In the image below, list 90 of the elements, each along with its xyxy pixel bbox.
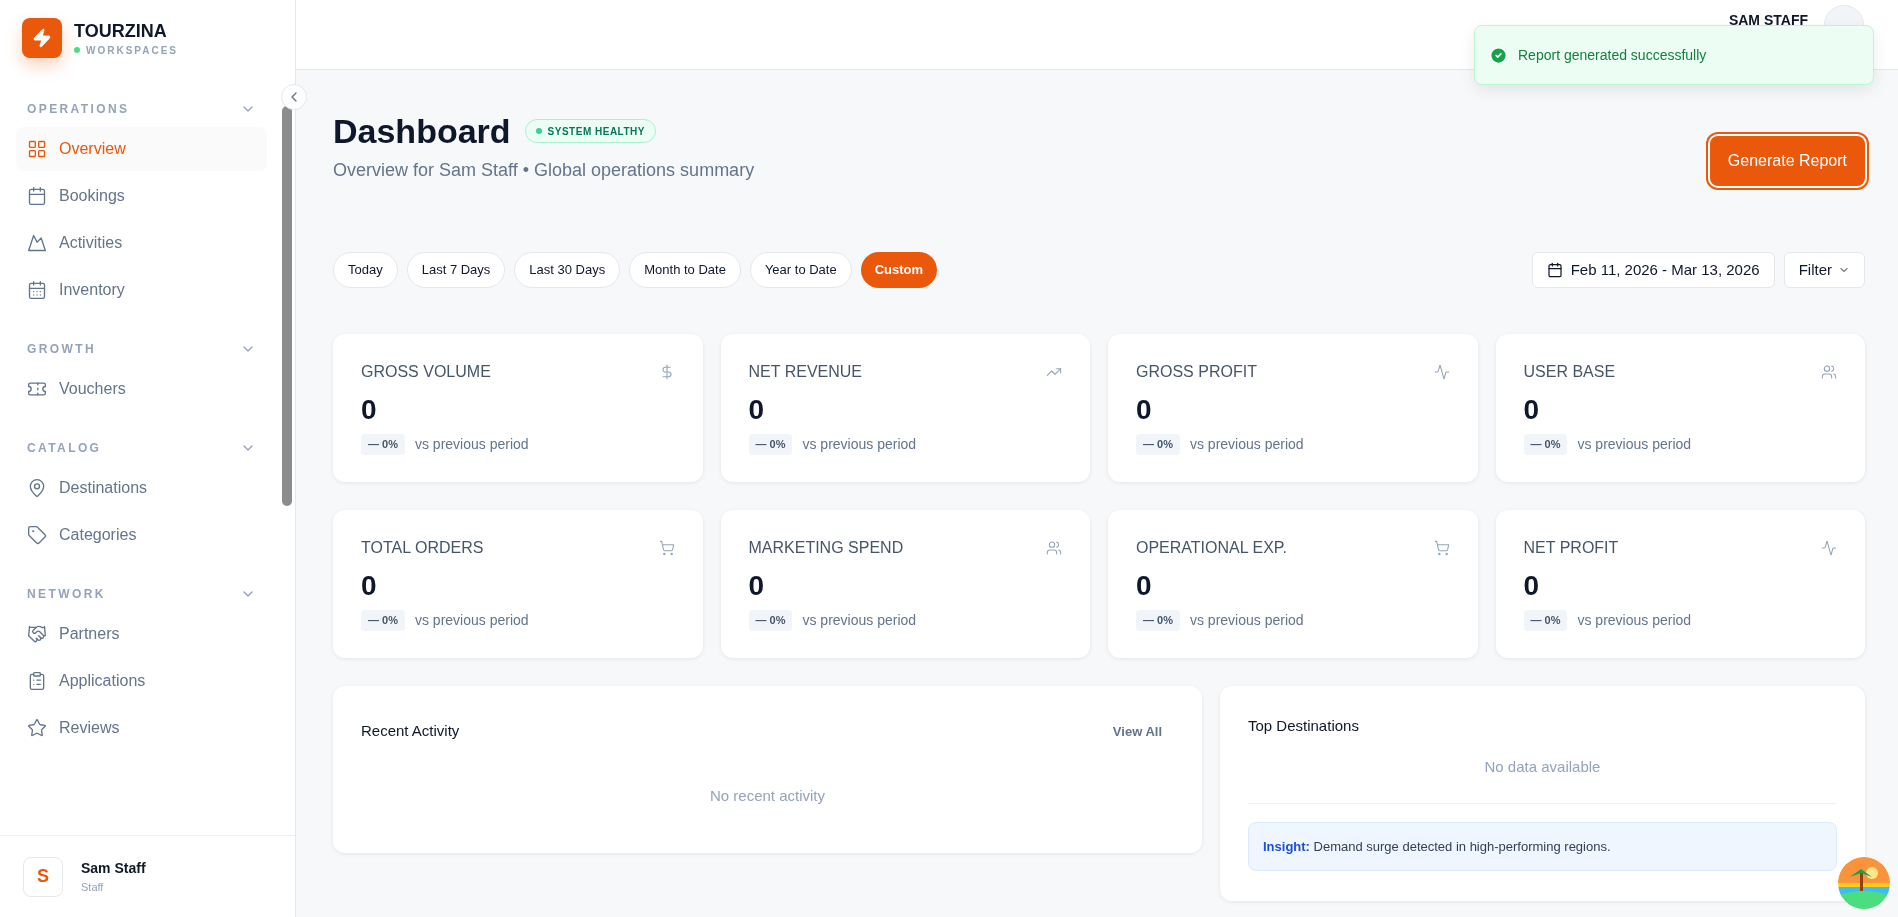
- metric-label: TOTAL ORDERS: [361, 538, 484, 558]
- card-title: Top Destinations: [1248, 717, 1359, 734]
- change-badge: — 0%: [1523, 434, 1568, 455]
- grid-icon: [27, 139, 47, 159]
- metric-label: MARKETING SPEND: [748, 538, 904, 558]
- metric-value: 0: [1523, 396, 1540, 424]
- status-badge: SYSTEM HEALTHY: [524, 119, 656, 144]
- date-range-chip[interactable]: Month to Date: [629, 252, 741, 288]
- change-badge: — 0%: [361, 434, 405, 455]
- nav-item[interactable]: Partners: [16, 612, 267, 656]
- metric-label: NET REVENUE: [748, 362, 862, 382]
- metric-label: OPERATIONAL EXP.: [1136, 538, 1287, 558]
- pulse-icon: [1433, 364, 1450, 380]
- metric-label: GROSS PROFIT: [1136, 362, 1257, 382]
- date-range-chip[interactable]: Today: [333, 252, 398, 288]
- page-subtitle: Overview for Sam Staff • Global operations summary: [333, 158, 755, 182]
- toast-message: Report generated successfully: [1518, 45, 1707, 65]
- tag-icon: [27, 525, 47, 545]
- page-title: Dashboard: [333, 111, 511, 152]
- change-badge: — 0%: [1136, 434, 1180, 455]
- lightning-icon: [32, 28, 52, 48]
- filter-button[interactable]: Filter: [1783, 252, 1865, 288]
- comparison-note: vs previous period: [414, 435, 529, 454]
- calendar-icon: [27, 186, 47, 206]
- metric-value: 0: [748, 572, 765, 600]
- nav-item[interactable]: Inventory: [16, 268, 267, 312]
- comparison-note: vs previous period: [1189, 611, 1304, 630]
- users-icon: [1821, 364, 1837, 380]
- date-range-chip[interactable]: Custom: [860, 252, 938, 288]
- star-icon: [27, 718, 47, 738]
- change-badge: — 0%: [748, 610, 793, 631]
- section-title: OPERATIONS: [27, 101, 130, 118]
- metric-label: GROSS VOLUME: [361, 362, 491, 382]
- comparison-note: vs previous period: [1577, 435, 1692, 454]
- section-title: GROWTH: [27, 341, 97, 358]
- section-title: CATALOG: [27, 440, 102, 457]
- section-title: NETWORK: [27, 586, 106, 603]
- mountain-icon: [27, 233, 47, 253]
- change-badge: — 0%: [1136, 610, 1180, 631]
- date-range-chip[interactable]: Last 30 Days: [514, 252, 621, 288]
- user-role: Staff: [81, 879, 105, 895]
- insight-banner: Insight: Demand surge detected in high-performing regions.: [1248, 821, 1837, 871]
- date-range-picker[interactable]: Feb 11, 2026 - Mar 13, 2026: [1531, 252, 1775, 288]
- check-icon: [1489, 45, 1508, 65]
- metric-value: 0: [1136, 572, 1152, 600]
- date-range-chip[interactable]: Year to Date: [749, 252, 852, 288]
- view-all-link[interactable]: View All: [1112, 721, 1174, 741]
- metric-value: 0: [1523, 572, 1540, 600]
- header-user-name: SAM STAFF: [1728, 11, 1808, 30]
- brand-name: TOURZINA: [74, 20, 168, 43]
- handshake-icon: [27, 624, 47, 644]
- comparison-note: vs previous period: [414, 611, 529, 630]
- empty-message: No recent activity: [709, 785, 825, 806]
- users-icon: [1046, 540, 1062, 556]
- card-title: Recent Activity: [361, 721, 460, 741]
- nav-item[interactable]: Bookings: [16, 174, 267, 218]
- map-pin-icon: [27, 478, 47, 498]
- user-name: Sam Staff: [81, 858, 146, 878]
- pulse-icon: [1821, 540, 1837, 556]
- scrollbar-thumb[interactable]: [282, 106, 292, 506]
- user-avatar: S: [23, 856, 63, 897]
- nav-item[interactable]: Overview: [16, 127, 267, 171]
- brand-subtitle: WORKSPACES: [86, 43, 179, 58]
- date-range-chip[interactable]: Last 7 Days: [406, 252, 506, 288]
- nav-item[interactable]: Applications: [16, 659, 267, 703]
- change-badge: — 0%: [1523, 610, 1568, 631]
- metric-value: 0: [361, 572, 377, 600]
- calendar-icon: [27, 280, 47, 300]
- cart-icon: [1433, 540, 1450, 556]
- metric-label: USER BASE: [1523, 362, 1616, 382]
- metric-value: 0: [748, 396, 765, 424]
- comparison-note: vs previous period: [1577, 611, 1692, 630]
- metric-value: 0: [361, 396, 377, 424]
- nav-item[interactable]: Destinations: [16, 466, 267, 510]
- comparison-note: vs previous period: [1189, 435, 1304, 454]
- nav-item[interactable]: Reviews: [16, 706, 267, 750]
- empty-message: No data available: [1484, 757, 1601, 777]
- comparison-note: vs previous period: [802, 611, 917, 630]
- nav-item[interactable]: Categories: [16, 513, 267, 557]
- nav-item[interactable]: Vouchers: [16, 367, 267, 411]
- nav-item[interactable]: Activities: [16, 221, 267, 265]
- change-badge: — 0%: [748, 434, 793, 455]
- calendar-icon: [1546, 262, 1563, 278]
- comparison-note: vs previous period: [802, 435, 917, 454]
- metric-value: 0: [1136, 396, 1152, 424]
- clipboard-icon: [27, 671, 47, 691]
- collapse-button[interactable]: [281, 84, 307, 110]
- cart-icon: [658, 540, 675, 556]
- metric-label: NET PROFIT: [1523, 538, 1619, 558]
- change-badge: — 0%: [361, 610, 405, 631]
